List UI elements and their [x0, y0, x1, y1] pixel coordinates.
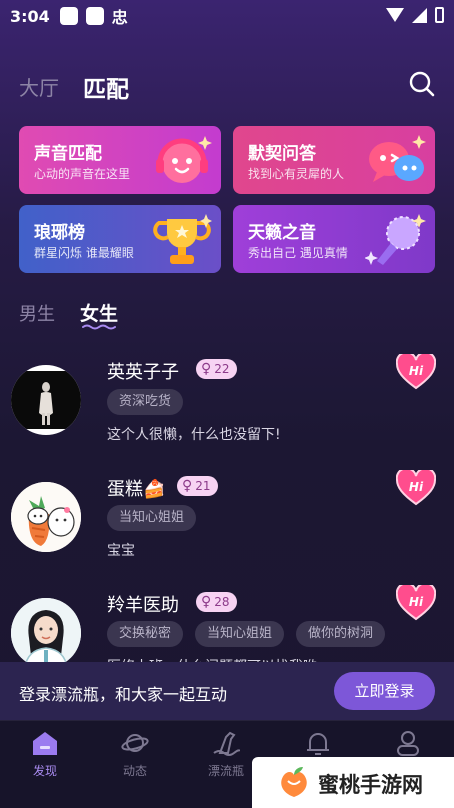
hi-label: Hi: [409, 595, 424, 609]
wifi-icon: [386, 8, 404, 22]
ranking-card[interactable]: 琅琊榜 群星闪烁 谁最耀眼: [19, 205, 221, 273]
card-title: 琅琊榜: [34, 223, 85, 243]
user-tag: 做你的树洞: [296, 621, 386, 647]
nav-label: 动态: [122, 764, 147, 778]
top-header: 大厅 匹配: [0, 66, 454, 106]
age-value: 21: [195, 479, 211, 493]
say-hi-button[interactable]: Hi: [395, 582, 437, 621]
user-name: 英英子子: [107, 362, 179, 383]
status-bar: 3:04 忠: [0, 0, 454, 32]
active-tab-indicator: [82, 324, 116, 330]
say-hi-button[interactable]: Hi: [395, 351, 437, 390]
card-title: 默契问答: [248, 144, 316, 164]
age-badge: ♀ 22: [196, 359, 237, 379]
notification-icon: [85, 7, 104, 25]
user-tag: 当知心姐姐: [107, 505, 197, 531]
say-hi-button[interactable]: Hi: [395, 467, 437, 506]
heart-icon: Hi: [395, 582, 437, 621]
user-bio: 这个人很懒，什么也没留下!: [107, 427, 281, 443]
card-title: 声音匹配: [34, 144, 102, 164]
avatar-image: [11, 598, 81, 668]
age-value: 28: [214, 595, 230, 609]
login-prompt: 登录漂流瓶，和大家一起互动: [19, 685, 228, 704]
home-icon: [33, 732, 57, 755]
user-tag: 资深吃货: [107, 389, 184, 415]
peach-logo-icon: [281, 767, 307, 797]
heavenly-sound-card[interactable]: 天籁之音 秀出自己 遇见真情: [233, 205, 435, 273]
signal-icon: [412, 7, 427, 23]
tab-female[interactable]: 女生: [80, 299, 118, 326]
age-badge: ♀ 28: [196, 592, 237, 612]
avatar-image: [11, 371, 81, 429]
card-subtitle: 心动的声音在这里: [34, 167, 131, 181]
female-icon: ♀: [182, 478, 193, 494]
avatar[interactable]: [11, 482, 81, 552]
planet-icon: [121, 734, 149, 752]
female-icon: ♀: [201, 361, 212, 377]
bottle-icon: [213, 731, 240, 756]
nav-drift-bottle[interactable]: 漂流瓶: [191, 729, 261, 785]
list-item[interactable]: 蛋糕🍰 ♀ 21 当知心姐姐 宝宝 Hi: [0, 467, 454, 577]
list-item[interactable]: 英英子子 ♀ 22 资深吃货 这个人很懒，什么也没留下! Hi: [0, 350, 454, 460]
card-subtitle: 找到心有灵犀的人: [248, 167, 345, 181]
headphone-face-icon: [156, 136, 212, 183]
nav-discover[interactable]: 发现: [10, 729, 80, 785]
avatar-image: [11, 482, 81, 552]
voice-match-card[interactable]: 声音匹配 心动的声音在这里: [19, 126, 221, 194]
card-subtitle: 群星闪烁 谁最耀眼: [34, 246, 134, 260]
heart-icon: Hi: [395, 351, 437, 390]
nav-label: 发现: [32, 764, 57, 778]
user-name: 羚羊医助: [107, 595, 179, 616]
avatar[interactable]: [11, 598, 81, 668]
tab-match[interactable]: 匹配: [83, 70, 129, 104]
app-root: 3:04 忠 大厅 匹配 声音匹配 心动的声音在这里 默契问答 找到心有灵犀的人…: [0, 0, 454, 808]
age-badge: ♀ 21: [177, 476, 218, 496]
login-button[interactable]: 立即登录: [334, 672, 435, 710]
microphone-icon: [365, 214, 426, 265]
status-time: 3:04: [10, 6, 50, 26]
age-value: 22: [214, 362, 230, 376]
tacit-quiz-card[interactable]: 默契问答 找到心有灵犀的人: [233, 126, 435, 194]
hi-label: Hi: [409, 480, 424, 494]
watermark-text: 蜜桃手游网: [318, 773, 423, 797]
status-indicators: [386, 7, 444, 23]
nav-feed[interactable]: 动态: [100, 729, 170, 785]
hi-label: Hi: [409, 364, 424, 378]
user-tag: 交换秘密: [107, 621, 184, 647]
chat-bubbles-icon: [369, 135, 426, 182]
avatar[interactable]: [11, 365, 81, 435]
tab-male[interactable]: 男生: [19, 300, 55, 326]
watermark: 蜜桃手游网: [252, 757, 454, 808]
tab-hall[interactable]: 大厅: [19, 72, 59, 101]
user-name: 蛋糕🍰: [107, 479, 166, 500]
notification-icon: [59, 7, 78, 25]
trophy-icon: [153, 214, 212, 264]
user-icon: [397, 731, 419, 756]
female-icon: ♀: [201, 594, 212, 610]
card-title: 天籁之音: [248, 223, 316, 243]
user-tag: 当知心姐姐: [195, 621, 285, 647]
nav-label: 漂流瓶: [207, 764, 244, 778]
login-banner: 登录漂流瓶，和大家一起互动 立即登录: [0, 662, 454, 720]
search-icon[interactable]: [408, 70, 436, 98]
user-bio: 宝宝: [107, 543, 135, 559]
battery-icon: [435, 7, 444, 23]
card-subtitle: 秀出自己 遇见真情: [248, 246, 348, 260]
heart-icon: Hi: [395, 467, 437, 506]
app-notification-icon: 忠: [111, 8, 128, 27]
bell-icon: [307, 733, 329, 755]
